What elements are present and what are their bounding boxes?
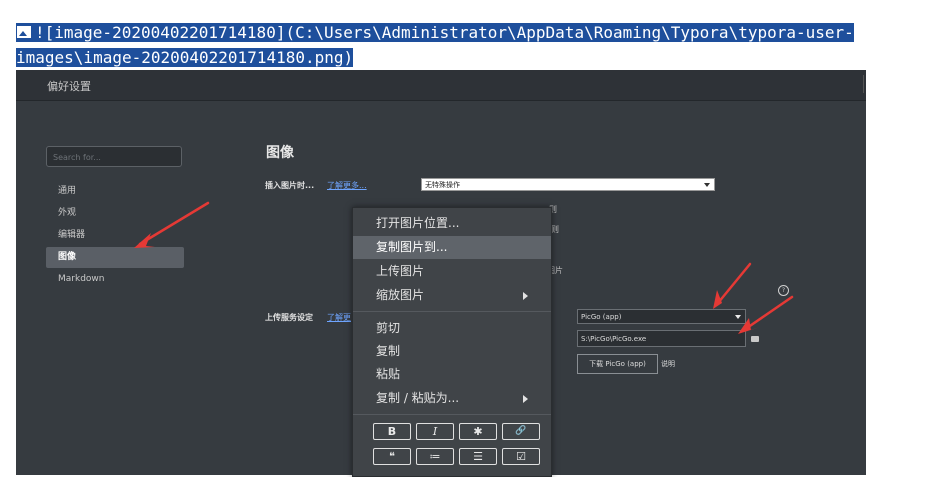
menu-item-paste[interactable]: 粘贴 — [353, 363, 551, 386]
sidebar-item-image[interactable]: 图像 — [46, 247, 184, 268]
markdown-source-line[interactable]: ![image-20200402201714180](C:\Users\Admi… — [16, 20, 896, 70]
code-button[interactable]: ✱ — [459, 423, 497, 440]
sidebar-item-editor[interactable]: 编辑器 — [46, 225, 184, 246]
menu-item-copy[interactable]: 复制 — [353, 340, 551, 363]
menu-item-open-image-location[interactable]: 打开图片位置... — [353, 212, 551, 235]
sidebar-item-markdown[interactable]: Markdown — [46, 269, 184, 290]
markdown-image-syntax: ![image-20200402201714180](C:\Users\Admi… — [16, 23, 854, 67]
task-list-button[interactable]: ☑ — [502, 448, 540, 465]
uploader-select[interactable]: PicGo (app) — [577, 309, 746, 324]
image-icon — [16, 25, 32, 39]
title-bar: 偏好设置 — [16, 70, 866, 101]
menu-divider — [353, 414, 551, 415]
uploader-value: PicGo (app) — [581, 313, 622, 321]
menu-item-upload-image[interactable]: 上传图片 — [353, 260, 551, 283]
submenu-arrow-icon — [523, 395, 528, 403]
picgo-path-field[interactable]: S:\PicGo\PicGo.exe — [577, 330, 746, 347]
sidebar-item-appearance[interactable]: 外观 — [46, 203, 184, 224]
menu-item-copy-paste-as[interactable]: 复制 / 粘贴为... — [353, 387, 551, 410]
chevron-down-icon — [735, 315, 741, 319]
menu-item-zoom-image[interactable]: 缩放图片 — [353, 284, 551, 307]
rule-option-2[interactable]: 则 — [551, 224, 559, 235]
download-note[interactable]: 说明 — [661, 359, 675, 369]
upload-learn-more-link[interactable]: 了解更 — [327, 312, 351, 323]
context-menu: 打开图片位置... 复制图片到... 上传图片 缩放图片 剪切 复制 粘贴 复制… — [352, 207, 552, 477]
bold-button[interactable]: B — [373, 423, 411, 440]
title-divider — [863, 75, 864, 93]
help-icon[interactable]: ? — [778, 285, 789, 296]
submenu-arrow-icon — [523, 292, 528, 300]
download-picgo-button[interactable]: 下载 PicGo (app) — [577, 354, 658, 374]
upload-service-label: 上传服务设定 — [265, 313, 313, 322]
quote-button[interactable]: ❝ — [373, 448, 411, 465]
link-button[interactable]: 🔗 — [502, 423, 540, 440]
insert-action-select[interactable]: 无特殊操作 — [421, 178, 715, 191]
menu-item-cut[interactable]: 剪切 — [353, 317, 551, 340]
window-title: 偏好设置 — [47, 80, 91, 93]
search-input[interactable]: Search for... — [46, 146, 182, 167]
insert-action-value: 无特殊操作 — [425, 181, 460, 189]
chevron-down-icon — [704, 183, 710, 187]
insert-image-label: 插入图片时... — [265, 181, 315, 190]
unordered-list-button[interactable]: ☰ — [459, 448, 497, 465]
menu-item-copy-image-to[interactable]: 复制图片到... — [353, 236, 551, 259]
folder-icon[interactable] — [751, 336, 759, 342]
ordered-list-button[interactable]: ≔ — [416, 448, 454, 465]
sidebar-item-general[interactable]: 通用 — [46, 181, 184, 202]
italic-button[interactable]: I — [416, 423, 454, 440]
section-title: 图像 — [266, 145, 294, 161]
insert-learn-more-link[interactable]: 了解更多... — [327, 180, 367, 191]
menu-divider — [353, 311, 551, 312]
